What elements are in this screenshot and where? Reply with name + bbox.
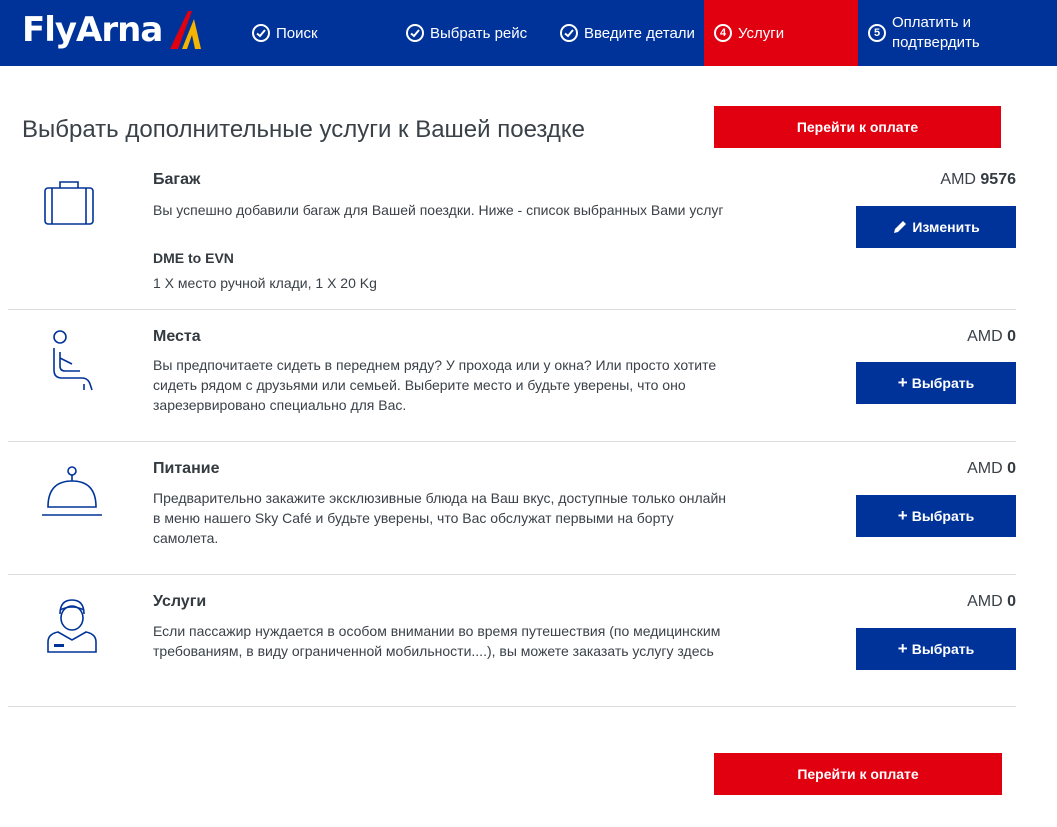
page-title: Выбрать дополнительные услуги к Вашей по…: [22, 116, 585, 143]
service-name: Услуги: [153, 593, 207, 610]
price-amount: 0: [1007, 328, 1016, 345]
service-price: AMD 9576: [940, 171, 1016, 189]
step-services[interactable]: 4 Услуги: [704, 0, 858, 66]
plus-icon: +: [897, 506, 908, 525]
check-circle-icon: [252, 24, 270, 42]
step-label: Введите детали: [584, 24, 695, 42]
row-divider: [8, 441, 1016, 442]
proceed-to-payment-button-bottom[interactable]: Перейти к оплате: [714, 753, 1002, 795]
service-description: Вы предпочитаете сидеть в переднем ряду?…: [153, 357, 717, 413]
step-select-flight[interactable]: Выбрать рейс: [406, 0, 527, 66]
button-label: Выбрать: [911, 641, 975, 657]
flight-attendant-icon: [47, 599, 97, 653]
price-currency: AMD: [967, 460, 1003, 477]
price-amount: 0: [1007, 460, 1016, 477]
baggage-route: DME to EVN: [153, 250, 234, 266]
step-number-badge: 5: [868, 24, 886, 42]
step-label: Выбрать рейс: [430, 24, 528, 42]
edit-baggage-button[interactable]: Изменить: [856, 206, 1016, 248]
service-name: Места: [153, 328, 201, 345]
step-enter-details[interactable]: Введите детали: [560, 0, 695, 66]
select-assistance-button[interactable]: + Выбрать: [856, 628, 1016, 670]
service-row-seats: Места Вы предпочитаете сидеть в переднем…: [8, 322, 1016, 440]
logo-mark-icon: [170, 11, 202, 49]
service-price: AMD 0: [967, 460, 1016, 478]
check-circle-icon: [560, 24, 578, 42]
button-label: Выбрать: [911, 375, 975, 391]
select-meal-button[interactable]: + Выбрать: [856, 495, 1016, 537]
price-currency: AMD: [967, 593, 1003, 610]
header-bar: FlyArna Поиск Выбрать рейс Введите детал…: [0, 0, 1057, 66]
plus-icon: +: [897, 373, 908, 392]
select-seat-button[interactable]: + Выбрать: [856, 362, 1016, 404]
proceed-to-payment-button[interactable]: Перейти к оплате: [714, 106, 1001, 148]
seat-icon: [53, 330, 93, 391]
check-circle-icon: [406, 24, 424, 42]
row-divider: [8, 574, 1016, 575]
service-description: Предварительно закажите эксклюзивные блю…: [153, 490, 727, 546]
service-row-meals: Питание Предварительно закажите эксклюзи…: [8, 455, 1016, 573]
service-row-assistance: Услуги Если пассажир нуждается в особом …: [8, 588, 1016, 706]
cloche-icon: [42, 466, 102, 516]
step-label: Поиск: [276, 24, 318, 42]
row-divider: [8, 309, 1016, 310]
logo-text: FlyArna: [22, 10, 163, 50]
step-label: Услуги: [738, 24, 785, 42]
baggage-details: 1 X место ручной клади, 1 X 20 Kg: [153, 275, 377, 291]
service-description: Вы успешно добавили багаж для Вашей поез…: [153, 202, 724, 218]
row-divider: [8, 706, 1016, 707]
plus-icon: +: [897, 639, 908, 658]
price-amount: 9576: [980, 171, 1016, 188]
pencil-icon: [894, 221, 907, 233]
price-amount: 0: [1007, 593, 1016, 610]
step-label: Оплатить и подтвердить: [892, 14, 980, 51]
step-search[interactable]: Поиск: [252, 0, 318, 66]
service-name: Багаж: [153, 171, 201, 188]
price-currency: AMD: [967, 328, 1003, 345]
button-label: Выбрать: [911, 508, 975, 524]
service-row-baggage: Багаж Вы успешно добавили багаж для Ваше…: [8, 165, 1016, 305]
service-name: Питание: [153, 460, 220, 477]
service-price: AMD 0: [967, 328, 1016, 346]
service-price: AMD 0: [967, 593, 1016, 611]
service-description: Если пассажир нуждается в особом внимани…: [153, 623, 721, 659]
button-label: Изменить: [912, 219, 980, 235]
step-number-badge: 4: [714, 24, 732, 42]
price-currency: AMD: [940, 171, 976, 188]
step-pay-confirm: 5 Оплатить и подтвердить: [868, 0, 1022, 66]
suitcase-icon: [44, 181, 94, 225]
flyarna-logo[interactable]: FlyArna: [22, 7, 202, 53]
